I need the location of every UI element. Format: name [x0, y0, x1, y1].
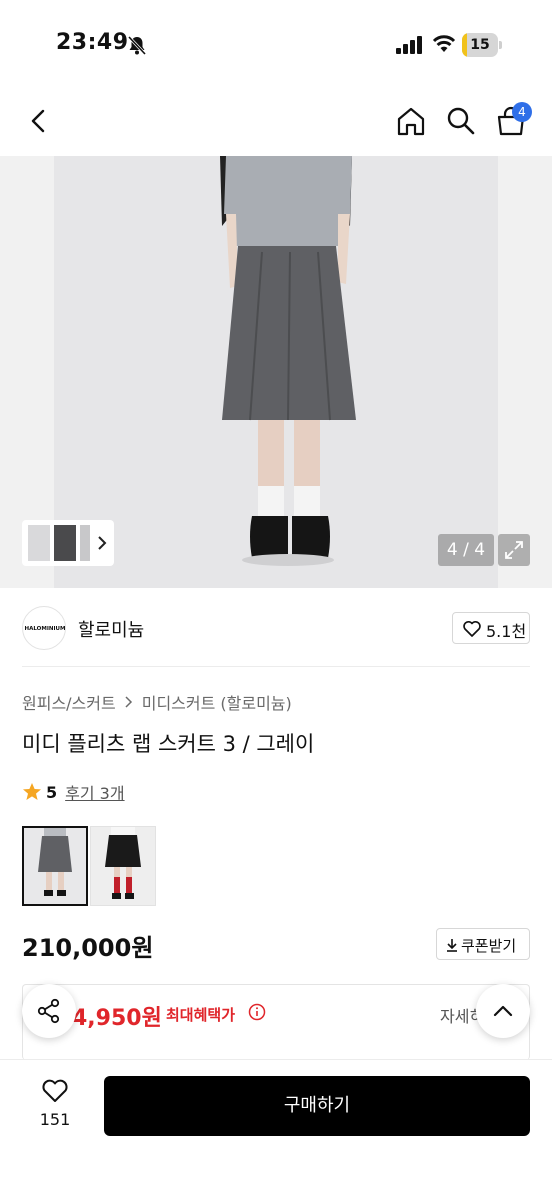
buy-button[interactable]: 구매하기 [104, 1076, 530, 1136]
divider [22, 666, 530, 667]
product-price: 210,000원 [22, 934, 154, 962]
breadcrumb-subcategory[interactable]: 미디스커트 (할로미늄) [142, 690, 292, 714]
share-icon [37, 998, 60, 1024]
info-icon[interactable] [248, 1003, 266, 1021]
battery-level: 15 [470, 37, 490, 53]
breadcrumb: 원피스/스커트 미디스커트 (할로미늄) [22, 690, 292, 714]
wishlist-count: 151 [39, 1110, 71, 1129]
star-icon [23, 783, 41, 800]
share-button[interactable] [22, 984, 76, 1038]
gallery-thumbnail[interactable] [54, 525, 76, 561]
expand-icon [505, 541, 523, 559]
top-nav [0, 92, 552, 152]
signal-icon [396, 36, 422, 54]
color-option-black[interactable] [90, 826, 156, 906]
home-icon[interactable] [394, 104, 428, 138]
chevron-right-icon[interactable] [94, 531, 110, 555]
back-icon[interactable] [22, 104, 56, 138]
status-bar: 23:49 15 [0, 0, 552, 92]
download-icon [447, 939, 457, 952]
product-image-gallery[interactable]: 4 / 4 [0, 156, 552, 588]
search-icon[interactable] [444, 104, 478, 138]
wishlist-button[interactable]: 151 [32, 1078, 78, 1134]
battery-icon: 15 [462, 33, 502, 57]
color-option-image [91, 827, 155, 905]
gallery-page-indicator: 4 / 4 [438, 534, 494, 566]
brand-logo-text: HALOMINIUM [24, 626, 66, 632]
brand-logo[interactable]: HALOMINIUM [22, 606, 66, 650]
coupon-button[interactable]: 쿠폰받기 [436, 928, 530, 960]
heart-icon [42, 1079, 68, 1102]
max-benefit-price: 4,950원 [72, 1006, 162, 1031]
expand-image-button[interactable] [498, 534, 530, 566]
bell-slash-icon [127, 35, 147, 56]
review-count-link[interactable]: 후기 3개 [65, 780, 124, 804]
color-option-image [24, 828, 86, 904]
color-option-gray[interactable] [22, 826, 88, 906]
wifi-icon [432, 35, 456, 52]
product-title: 미디 플리츠 랩 스커트 3 / 그레이 [22, 732, 315, 756]
chevron-up-icon [493, 1005, 513, 1017]
brand-like-button[interactable]: 5.1천 [452, 612, 530, 644]
gallery-thumbnails[interactable] [22, 520, 114, 566]
coupon-button-label: 쿠폰받기 [461, 937, 517, 955]
gallery-thumbnail[interactable] [28, 525, 50, 561]
chevron-right-icon [125, 696, 132, 708]
cart-count-badge: 4 [512, 102, 532, 122]
breadcrumb-category[interactable]: 원피스/스커트 [22, 690, 116, 714]
product-rating: 5 후기 3개 [22, 780, 125, 804]
brand-like-count: 5.1천 [486, 622, 527, 641]
status-time: 23:49 [56, 30, 129, 55]
scroll-top-button[interactable] [476, 984, 530, 1038]
heart-icon [463, 620, 481, 637]
brand-name[interactable]: 할로미늄 [78, 616, 144, 642]
max-benefit-label: 최대혜택가 [166, 1006, 236, 1024]
rating-score: 5 [46, 782, 58, 802]
gallery-thumbnail[interactable] [80, 525, 90, 561]
